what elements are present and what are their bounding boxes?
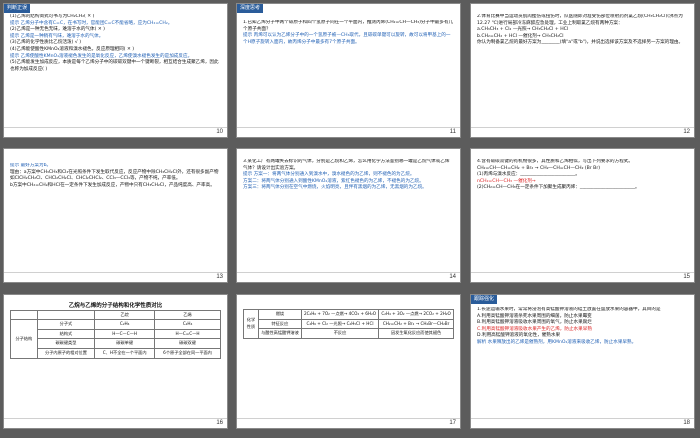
table-cell: 结构式 xyxy=(36,328,96,340)
text-line: 4.含有碳碳双键的有机物很多，其性质和乙烯相似，写出下列要求的方程式。 xyxy=(477,159,633,164)
slide-thumbnail[interactable]: 提示 最好方案为b。 理由：a方案中CH₃CH₃和Cl₂在光照条件下发生取代反应… xyxy=(3,148,228,283)
slide-thumbnail[interactable]: 深度思考 1.已知乙烯分子中两个碳原子和四个氢原子同在一个平面内，推测丙烯(CH… xyxy=(236,3,461,138)
slide-content: (1)乙烯的结构简式可书写为CH₂CH₂( ✕ ) 提示 乙烯分子中含有C=C，… xyxy=(10,14,221,127)
comparison-table: 化学性质 燃烧 2C₂H₆ + 7O₂ —点燃→ 4CO₂ + 6H₂O C₂H… xyxy=(243,309,454,339)
table-cell: 特征反应 xyxy=(258,318,302,330)
slide-number: 17 xyxy=(449,420,456,426)
table-cell: C₂H₄ xyxy=(154,319,221,330)
slide-footer xyxy=(471,272,694,282)
slide-content: 1.长途运输水果时，常常将浸泡有高锰酸钾溶液的硅土放置在盛放水果的容器中，其目的… xyxy=(477,307,688,418)
table-cell: 碳碳单键 xyxy=(94,338,156,349)
table-cell: 化学性质 xyxy=(243,309,259,339)
slide-thumbnail[interactable]: 乙烷与乙烯的分子结构和化学性质对比 乙烷 乙烯 分子结构 分子式 C₂H₆ C₂… xyxy=(3,294,228,429)
slide-content: 提示 最好方案为b。 理由：a方案中CH₃CH₃和Cl₂在光照条件下发生取代反应… xyxy=(10,163,221,272)
slide-footer xyxy=(237,418,460,428)
text-line: 1.长途运输水果时，常常将浸泡有高锰酸钾溶液的硅土放置在盛放水果的容器中，其目的… xyxy=(477,307,661,312)
slide-footer xyxy=(4,418,227,428)
slide-number: 10 xyxy=(216,129,223,135)
option-line: B.利用高锰酸钾溶液吸收水果周围的氧气，防止水果腐烂 xyxy=(477,320,592,326)
table-cell: 6个原子全部在同一平面内 xyxy=(154,347,221,359)
slide-number: 16 xyxy=(216,420,223,426)
slide-footer xyxy=(4,127,227,137)
slide-thumbnail[interactable]: 2.体育比赛中当运动员肌肉挫伤或扭伤时，队医随即对准受伤部位喷射药剂氯乙烷(CH… xyxy=(470,3,695,138)
table-title: 乙烷与乙烯的分子结构和化学性质对比 xyxy=(68,303,163,309)
table-cell: 与酸性高锰酸钾溶液 xyxy=(258,328,302,339)
section-tag: 跟踪强化 xyxy=(471,295,498,304)
text-line: (4)乙烯能使酸性KMnO₄溶液和溴水褪色，反应原理相同( ✕ ) xyxy=(10,46,135,52)
slide-thumbnail[interactable]: 4.含有碳碳双键的有机物很多，其性质和乙烯相似，写出下列要求的方程式。 CH₂=… xyxy=(470,148,695,283)
table-cell: C₂H₄ + 3O₂ —点燃→ 2CO₂ + 2H₂O xyxy=(378,309,454,320)
text-line: 理由：a方案中CH₃CH₃和Cl₂在光照条件下发生取代反应，反应产物中除CH₃C… xyxy=(10,169,219,182)
slide-number: 13 xyxy=(216,274,223,280)
text-line: (2)乙烯是一种无色无味，难溶于水的气体( ✕ ) xyxy=(10,27,105,33)
table-cell: C₂H₆ + Cl₂ —光照→ C₂H₅Cl + HCl xyxy=(300,318,380,330)
slide-number: 18 xyxy=(683,420,690,426)
slide-footer xyxy=(471,418,694,428)
section-tag: 判断正误 xyxy=(4,4,31,13)
slide-footer xyxy=(4,272,227,282)
hint-line: 提示 方案一：将两气体分别通入到溴水中，溴水褪色的为乙烯，则不褪色的为乙烷。 xyxy=(243,172,415,178)
slide-content: 乙烷与乙烯的分子结构和化学性质对比 乙烷 乙烯 分子结构 分子式 C₂H₆ C₂… xyxy=(10,301,221,418)
slide-thumbnail[interactable]: 跟踪强化 1.长途运输水果时，常常将浸泡有高锰酸钾溶液的硅土放置在盛放水果的容器… xyxy=(470,294,695,429)
table-cell xyxy=(36,309,96,321)
slide-content: 化学性质 燃烧 2C₂H₆ + 7O₂ —点燃→ 4CO₂ + 6H₂O C₂H… xyxy=(243,309,454,418)
slide-footer xyxy=(237,127,460,137)
table-cell: 碳碳键类型 xyxy=(36,338,96,349)
table-cell: H—C—C—H xyxy=(94,328,156,340)
text-line: (5)乙烯能发生加成反应，本质是每个乙烯分子中的碳碳双键中一个键断裂，相互结合生… xyxy=(10,60,219,72)
section-tag: 深度思考 xyxy=(237,4,264,13)
slide-footer xyxy=(237,272,460,282)
text-line: (2)CH₂=CH—CH₃在一定条件下加聚生成聚丙烯：_____________… xyxy=(477,185,640,191)
slide-thumbnail[interactable]: 3.某化工厂有两罐失去标识的气体，分别是乙烷和乙烯，怎么用化学方法鉴别哪一罐是乙… xyxy=(236,148,461,283)
table-header: 乙烯 xyxy=(154,309,221,321)
slide-footer xyxy=(471,127,694,137)
text-line: (3)乙烯的化学性质比乙烷活泼( √ ) xyxy=(10,40,82,46)
text-line: (1)丙烯与溴水反应：________________________。 xyxy=(477,172,580,178)
table-header: 乙烷 xyxy=(94,309,156,321)
table-cell: CH₂=CH₂ + Br₂ → CH₂Br—CH₂Br xyxy=(378,318,454,330)
table-cell xyxy=(10,309,38,321)
analysis-line: 解析 水果释放出的乙烯是催熟剂，用KMnO₄溶液来吸收乙烯，防止水果早熟。 xyxy=(477,339,637,345)
table-cell: 因发生氧化反应而使其褪色 xyxy=(378,328,454,339)
text-line: (1)乙烯的结构简式可书写为CH₂CH₂( ✕ ) xyxy=(10,14,95,19)
slide-number: 14 xyxy=(449,274,456,280)
slide-content: 2.体育比赛中当运动员肌肉挫伤或扭伤时，队医随即对准受伤部位喷射药剂氯乙烷(CH… xyxy=(477,14,688,127)
table-cell: 不反应 xyxy=(300,328,380,339)
table-cell: H—C=C—H xyxy=(154,328,221,340)
hint-line: 方案三：将两气体分别在空气中燃烧，火焰明亮，且伴有黑烟的为乙烯，无黑烟的为乙烷。 xyxy=(243,185,427,191)
text-line: b方案中CH₂=CH₂和HCl在一定条件下发生加成反应，产物中只有CH₃CH₂C… xyxy=(10,182,215,188)
table-cell: 2C₂H₆ + 7O₂ —点燃→ 4CO₂ + 6H₂O xyxy=(300,309,380,320)
text-line: 1.已知乙烯分子中两个碳原子和四个氢原子同在一个平面内，推测丙烯(CH₂=CH—… xyxy=(243,20,454,32)
text-line: 2.体育比赛中当运动员肌肉挫伤或扭伤时，队医随即对准受伤部位喷射药剂氯乙烷(CH… xyxy=(477,14,683,26)
table-cell: C、H不全在一个平面内 xyxy=(94,347,156,359)
hint-line: 提示 丙烯可以认为乙烯分子中的一个氢原子被—CH₃取代，且碳碳单键可以旋转，故可… xyxy=(243,33,451,45)
slide-thumbnail[interactable]: 判断正误 (1)乙烯的结构简式可书写为CH₂CH₂( ✕ ) 提示 乙烯分子中含… xyxy=(3,3,228,138)
table-cell: 燃烧 xyxy=(258,309,302,320)
table-cell: 碳碳双键 xyxy=(154,338,221,349)
text-line: 3.某化工厂有两罐失去标识的气体，分别是乙烷和乙烯，怎么用化学方法鉴别哪一罐是乙… xyxy=(243,159,450,171)
text-line: 你认为制备氯乙烷的最好方案为________(填"a"或"b")，并说出选择该方… xyxy=(477,40,684,46)
slide-number: 15 xyxy=(683,274,690,280)
equation-line: a.CH₃CH₃ + Cl₂ —光照→ CH₃CH₂Cl + HCl xyxy=(477,27,569,33)
slide-thumbnail[interactable]: 化学性质 燃烧 2C₂H₆ + 7O₂ —点燃→ 4CO₂ + 6H₂O C₂H… xyxy=(236,294,461,429)
comparison-table: 乙烷 乙烯 分子结构 分子式 C₂H₆ C₂H₄ 结构式 H—C—C—H H—C… xyxy=(10,309,221,359)
table-cell: 分子内原子的相对位置 xyxy=(36,347,96,359)
slide-number: 12 xyxy=(683,129,690,135)
slide-number: 11 xyxy=(449,129,456,135)
slide-content: 1.已知乙烯分子中两个碳原子和四个氢原子同在一个平面内，推测丙烯(CH₂=CH—… xyxy=(243,20,454,127)
table-cell: 分子式 xyxy=(36,319,96,330)
hint-line: 提示 最好方案为b。 xyxy=(10,163,52,168)
slide-content: 3.某化工厂有两罐失去标识的气体，分别是乙烷和乙烯，怎么用化学方法鉴别哪一罐是乙… xyxy=(243,159,454,272)
table-cell: 分子结构 xyxy=(10,319,38,359)
option-line: D.利用高锰酸钾溶液的氧化性，催熟水果 xyxy=(477,333,561,339)
table-cell: C₂H₆ xyxy=(94,319,156,330)
slide-content: 4.含有碳碳双键的有机物很多，其性质和乙烯相似，写出下列要求的方程式。 CH₂=… xyxy=(477,159,688,272)
